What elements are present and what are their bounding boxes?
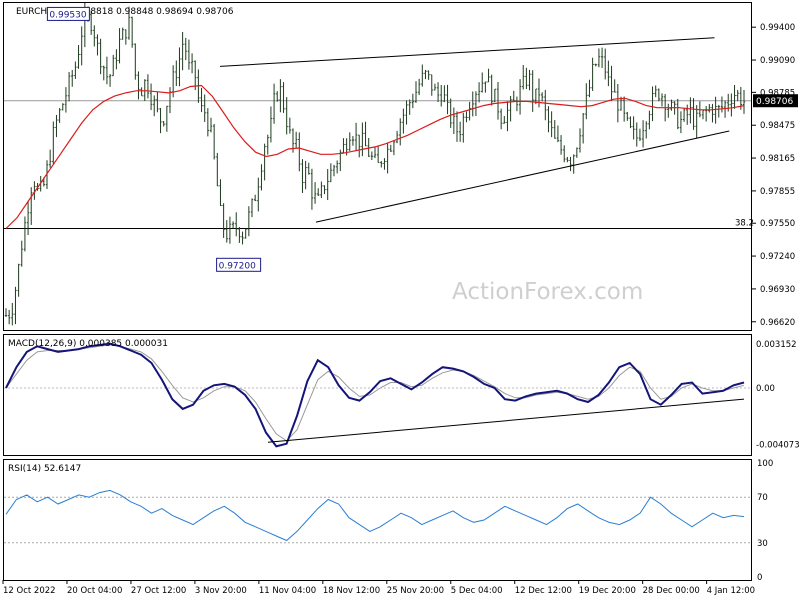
chart-canvas: ActionForex.com 0.994000.990900.987850.9… [2, 2, 800, 596]
x-axis-label: 11 Nov 04:00 [259, 586, 316, 596]
rsi-axis-label: 70 [757, 493, 768, 503]
fib-level-label: 38.2 [735, 219, 754, 229]
price-axis-label: 0.99400 [760, 23, 795, 33]
price-axis-label: 0.96620 [760, 318, 795, 328]
price-axis-label: 0.98165 [760, 154, 795, 164]
x-axis-label: 3 Nov 20:00 [195, 586, 247, 596]
low-label: 0.97200 [219, 261, 256, 271]
high-annotation: 0.99530 [46, 6, 90, 21]
x-axis-label: 12 Dec 12:00 [515, 586, 572, 596]
macd-axis-label: 0.00 [756, 384, 775, 394]
x-axis-label: 18 Nov 12:00 [323, 586, 380, 596]
low-annotation: 0.97200 [216, 257, 262, 272]
rsi-axis-label: 30 [757, 539, 768, 549]
rsi-axis-label: 100 [757, 459, 773, 469]
current-price-label: 0.98706 [756, 97, 793, 107]
price-axis-label: 0.98475 [760, 121, 795, 131]
x-axis-label: 20 Oct 04:00 [67, 586, 122, 596]
price-axis-label: 0.97240 [760, 252, 795, 262]
macd-label: MACD(12,26,9) 0.000385 0.000031 [8, 339, 168, 349]
macd-axis-label: 0.003152 [756, 340, 797, 350]
macd-panel [3, 334, 752, 456]
rsi-panel [3, 459, 752, 581]
x-axis-label: 12 Oct 2022 [3, 586, 56, 596]
x-axis-label: 27 Oct 12:00 [131, 586, 186, 596]
price-axis-label: 0.97855 [760, 187, 795, 197]
x-axis-label: 19 Dec 20:00 [579, 586, 636, 596]
current-price-tag: 0.98706 [753, 94, 798, 108]
ohlc-header: 0.98818 0.98848 0.98694 0.98706 [76, 7, 234, 17]
rsi-axis-label: 0 [757, 573, 762, 583]
price-axis-label: 0.96930 [760, 285, 795, 295]
high-label: 0.99530 [49, 10, 86, 20]
watermark: ActionForex.com [452, 279, 643, 305]
price-axis-label: 0.97550 [760, 219, 795, 229]
x-axis-label: 28 Dec 00:00 [643, 586, 700, 596]
x-axis-label: 5 Dec 04:00 [451, 586, 503, 596]
x-axis-label: 25 Nov 20:00 [387, 586, 444, 596]
rsi-label: RSI(14) 52.6147 [8, 464, 81, 474]
macd-axis-label: -0.004073 [756, 441, 800, 451]
price-axis-label: 0.99090 [760, 56, 795, 66]
x-axis-label: 4 Jan 12:00 [707, 586, 755, 596]
